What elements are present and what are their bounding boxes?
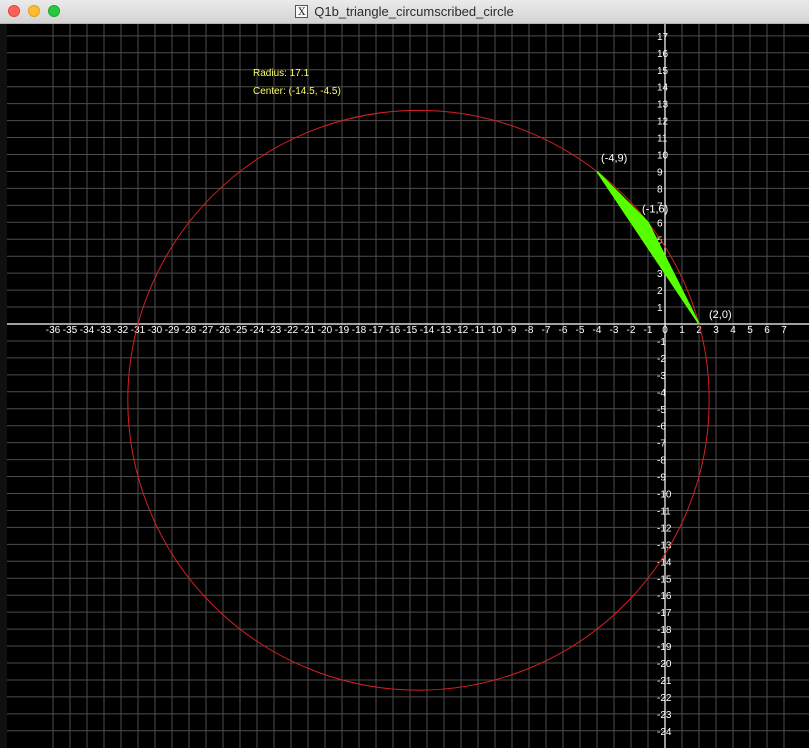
x-tick-label: -3: [610, 325, 619, 336]
vertex-label: (2,0): [709, 309, 732, 321]
y-tick-label: 11: [657, 134, 668, 145]
y-tick-label: -1: [657, 337, 666, 348]
x-tick-label: -26: [216, 325, 231, 336]
x-tick-label: 3: [713, 325, 719, 336]
y-tick-label: -19: [657, 642, 672, 653]
x-tick-label: -1: [644, 325, 653, 336]
x-tick-label: 1: [679, 325, 685, 336]
x-tick-label: 0: [662, 325, 668, 336]
x-tick-label: -32: [114, 325, 129, 336]
vertex-label: (-4,9): [601, 152, 627, 164]
y-tick-label: 8: [657, 184, 663, 195]
x-tick-label: -7: [542, 325, 551, 336]
radius-label: Radius: 17.1: [253, 68, 310, 79]
x-tick-label: -24: [250, 325, 265, 336]
x-tick-label: -12: [454, 325, 469, 336]
x-tick-label: -33: [97, 325, 112, 336]
title-bar[interactable]: X Q1b_triangle_circumscribed_circle: [0, 0, 809, 24]
x-tick-label: -19: [335, 325, 350, 336]
x-tick-label: -2: [627, 325, 636, 336]
y-tick-label: -8: [657, 456, 666, 467]
x-tick-label: -17: [369, 325, 384, 336]
y-tick-label: 3: [657, 269, 663, 280]
x-tick-label: -4: [593, 325, 602, 336]
y-tick-label: -17: [657, 608, 672, 619]
left-edge-strip: [0, 24, 7, 748]
y-tick-label: 6: [657, 218, 663, 229]
x-tick-label: -14: [420, 325, 435, 336]
y-tick-label: 17: [657, 32, 669, 43]
x-tick-label: -15: [403, 325, 418, 336]
y-tick-label: -12: [657, 523, 672, 534]
plot-svg: -36 -35 -34 -33 -32 -31 -30 -29 -28 -27 -26 -25 -24-…: [0, 24, 809, 748]
y-tick-label: -10: [657, 490, 672, 501]
y-tick-label: -23: [657, 710, 672, 721]
y-tick-label: -2: [657, 354, 666, 365]
x-tick-label: -5: [576, 325, 585, 336]
y-tick-label: 13: [657, 100, 669, 111]
x-tick-label: -20: [318, 325, 333, 336]
app-window: X Q1b_triangle_circumscribed_circle -36-…: [0, 0, 809, 748]
y-tick-label: -7: [657, 439, 666, 450]
x-tick-label: -10: [488, 325, 503, 336]
y-tick-label: -20: [657, 659, 672, 670]
y-tick-label: -22: [657, 693, 672, 704]
center-label: Center: (-14.5, -4.5): [253, 86, 341, 97]
y-tick-label: 15: [657, 66, 669, 77]
x-tick-label: 6: [764, 325, 770, 336]
y-tick-label: -4: [657, 388, 666, 399]
x-tick-label: -21: [301, 325, 316, 336]
x-tick-label: -31: [131, 325, 146, 336]
x-tick-label: -11: [471, 325, 485, 336]
x-tick-label: -30: [148, 325, 163, 336]
x-tick-label: -16: [386, 325, 401, 336]
y-tick-label: -18: [657, 625, 672, 636]
y-tick-label: -5: [657, 405, 666, 416]
y-tick-label: 2: [657, 286, 663, 297]
x-tick-label: 4: [730, 325, 736, 336]
y-tick-label: -11: [657, 506, 671, 517]
x-tick-label: -25: [233, 325, 248, 336]
y-tick-label: 16: [657, 49, 669, 60]
x-tick-label: -13: [437, 325, 452, 336]
x11-icon: X: [295, 5, 309, 18]
x-tick-label: -22: [284, 325, 299, 336]
x-tick-label: -28: [182, 325, 197, 336]
plot-canvas[interactable]: -36 -35 -34 -33 -32 -31 -30 -29 -28 -27 -26 -25 -24-…: [0, 24, 809, 748]
x-tick-label: -36: [46, 325, 61, 336]
y-tick-label: -16: [657, 591, 672, 602]
x-tick-label: 5: [747, 325, 753, 336]
y-tick-label: 9: [657, 167, 663, 178]
x-tick-label: -23: [267, 325, 282, 336]
x-tick-label: -35: [63, 325, 78, 336]
x-tick-label: -34: [80, 325, 95, 336]
y-tick-label: 14: [657, 83, 669, 94]
x-tick-label: -18: [352, 325, 367, 336]
y-tick-label: -24: [657, 727, 672, 738]
x-tick-label: -29: [165, 325, 180, 336]
y-tick-label: -15: [657, 574, 672, 585]
x-tick-label: -6: [559, 325, 568, 336]
y-tick-label: 12: [657, 117, 669, 128]
window-title: Q1b_triangle_circumscribed_circle: [314, 4, 514, 19]
vertex-label: (-1,6): [642, 203, 668, 215]
y-tick-label: 1: [657, 303, 663, 314]
x-tick-label: -8: [525, 325, 534, 336]
x-tick-label: -9: [508, 325, 517, 336]
title-wrap: X Q1b_triangle_circumscribed_circle: [0, 0, 809, 23]
x-tick-label: 7: [781, 325, 787, 336]
y-tick-label: -9: [657, 473, 666, 484]
x-tick-label: -27: [199, 325, 214, 336]
y-tick-label: -3: [657, 371, 666, 382]
y-tick-label: -21: [657, 676, 672, 687]
y-tick-label: -6: [657, 422, 666, 433]
y-tick-label: 10: [657, 151, 669, 162]
